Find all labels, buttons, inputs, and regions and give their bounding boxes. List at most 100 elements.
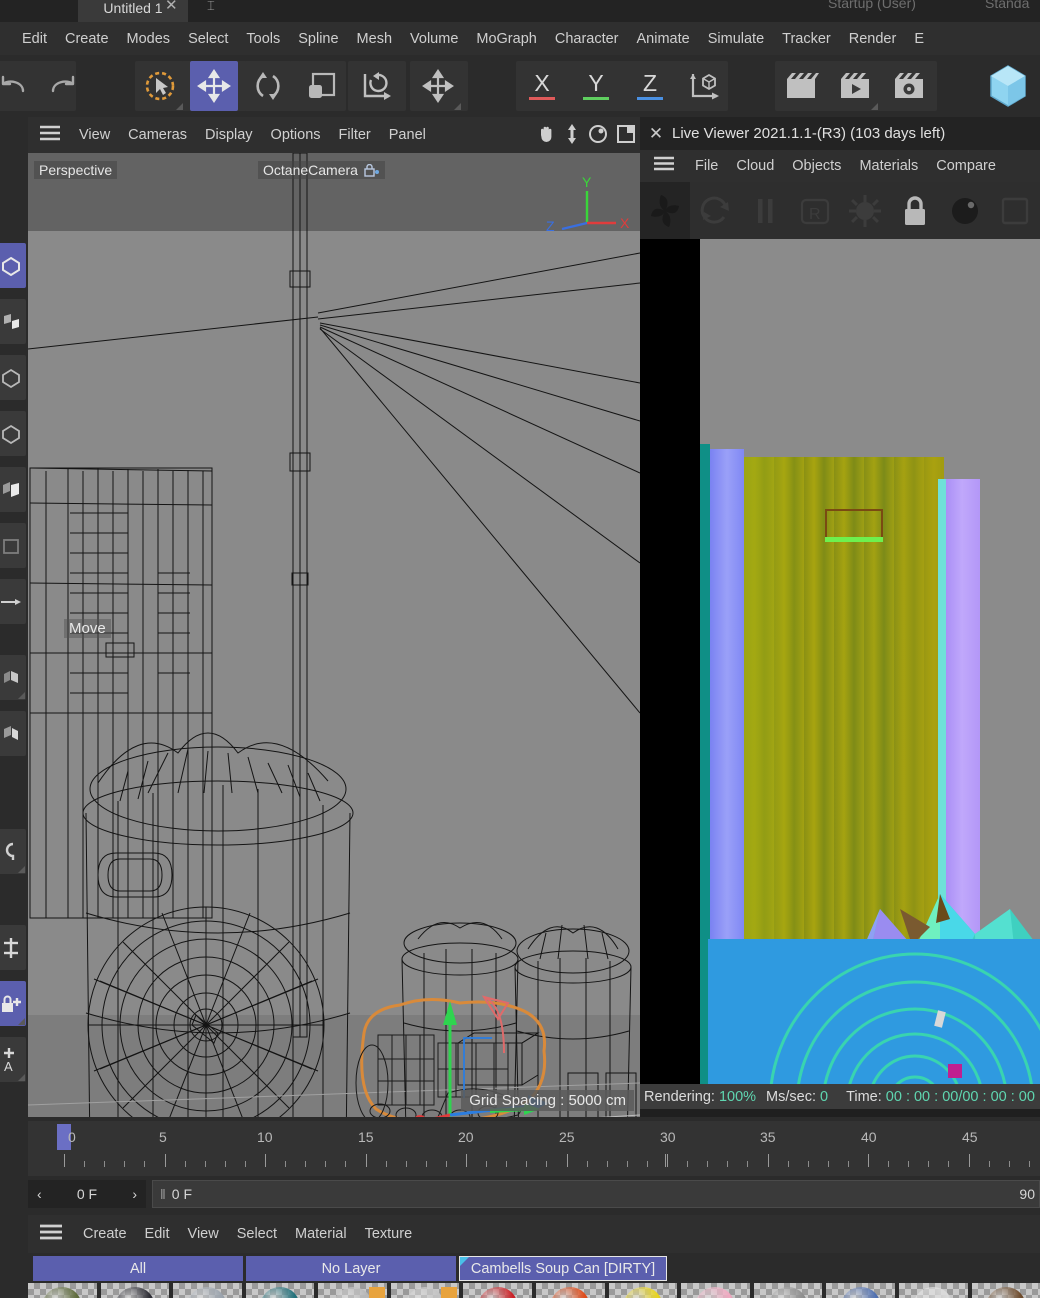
texture-mode-button[interactable] xyxy=(0,523,26,568)
menu-item-volume[interactable]: Volume xyxy=(401,27,467,51)
lock-y-axis-button[interactable]: Y xyxy=(572,61,620,111)
layer-tab-no-layer[interactable]: No Layer xyxy=(246,1256,456,1281)
menu-item-simulate[interactable]: Simulate xyxy=(699,27,773,51)
menu-item-render[interactable]: Render xyxy=(840,27,906,51)
lock-workplane-button[interactable] xyxy=(0,981,26,1026)
menu-item-tools[interactable]: Tools xyxy=(237,27,289,51)
viewport-solo-button[interactable] xyxy=(0,711,26,756)
viewport-canvas[interactable]: Y X Z xyxy=(28,153,640,1117)
material-swatch[interactable] xyxy=(28,1283,97,1298)
material-swatch[interactable] xyxy=(826,1283,895,1298)
render-settings-button[interactable] xyxy=(840,182,890,239)
scale-tool-button[interactable] xyxy=(298,61,346,111)
viewport-menu-view[interactable]: View xyxy=(70,124,119,146)
model-mode-button[interactable] xyxy=(0,411,26,456)
panel-options-button[interactable] xyxy=(990,182,1040,239)
material-menu-texture[interactable]: Texture xyxy=(356,1223,422,1245)
new-tab-icon[interactable]: ⌶ xyxy=(207,0,215,14)
material-swatch[interactable] xyxy=(899,1283,968,1298)
menu-item-character[interactable]: Character xyxy=(546,27,628,51)
material-swatch[interactable] xyxy=(391,1283,460,1298)
undo-button[interactable] xyxy=(0,61,38,111)
pan-hand-icon[interactable] xyxy=(536,124,556,149)
redo-button[interactable] xyxy=(38,61,86,111)
render-region-button[interactable]: R xyxy=(790,182,840,239)
close-icon[interactable]: ✕ xyxy=(640,124,672,144)
material-manager-hamburger-icon[interactable] xyxy=(38,1223,64,1246)
menu-item-mograph[interactable]: MoGraph xyxy=(467,27,545,51)
material-menu-edit[interactable]: Edit xyxy=(136,1223,179,1245)
live-viewer-menu-materials[interactable]: Materials xyxy=(850,156,927,176)
viewport-menu-options[interactable]: Options xyxy=(262,124,330,146)
workplane-button[interactable] xyxy=(0,579,26,624)
axis-move-button[interactable] xyxy=(414,61,462,111)
material-swatch[interactable] xyxy=(246,1283,315,1298)
move-tool-button[interactable] xyxy=(190,61,238,111)
menu-item-mesh[interactable]: Mesh xyxy=(348,27,401,51)
current-frame-field[interactable]: ‹ 0 F › xyxy=(28,1180,146,1208)
close-icon[interactable]: ✕ xyxy=(165,0,178,14)
dolly-icon[interactable] xyxy=(564,123,580,150)
viewport-menu-panel[interactable]: Panel xyxy=(380,124,435,146)
world-object-axis-button[interactable] xyxy=(680,61,728,111)
live-viewer-menu-objects[interactable]: Objects xyxy=(783,156,850,176)
live-viewer-menu-file[interactable]: File xyxy=(686,156,727,176)
viewport-hamburger-icon[interactable] xyxy=(38,124,62,147)
material-menu-material[interactable]: Material xyxy=(286,1223,356,1245)
menu-item-edit[interactable]: Edit xyxy=(8,27,56,51)
material-swatch[interactable] xyxy=(463,1283,532,1298)
timeline-track[interactable]: ‖ 0 F 90 xyxy=(152,1180,1040,1208)
quantize-button[interactable] xyxy=(0,829,26,874)
render-settings-button[interactable] xyxy=(885,61,933,111)
menu-item-animate[interactable]: Animate xyxy=(628,27,699,51)
perspective-viewport[interactable]: View Cameras Display Options Filter Pane… xyxy=(28,117,640,1117)
object-mode-button[interactable] xyxy=(0,467,26,512)
pause-render-button[interactable] xyxy=(740,182,790,239)
viewport-menu-display[interactable]: Display xyxy=(196,124,262,146)
edge-mode-button[interactable] xyxy=(0,299,26,344)
polygon-mode-button[interactable] xyxy=(0,355,26,400)
layer-tab-selected[interactable]: Cambells Soup Can [DIRTY] xyxy=(459,1256,667,1281)
coordinate-system-button[interactable] xyxy=(352,61,400,111)
enable-axis-button[interactable] xyxy=(0,655,26,700)
menu-item-extensions[interactable]: E xyxy=(905,27,933,51)
axis-lock-button[interactable] xyxy=(0,925,26,970)
live-viewer-menu-compare[interactable]: Compare xyxy=(927,156,1005,176)
live-viewer-menu-cloud[interactable]: Cloud xyxy=(727,156,783,176)
material-menu-view[interactable]: View xyxy=(179,1223,228,1245)
prev-frame-arrow[interactable]: ‹ xyxy=(37,1186,42,1202)
render-view-button[interactable] xyxy=(777,61,825,111)
live-viewer-render-image[interactable] xyxy=(640,239,1040,1084)
auto-axis-button[interactable]: A xyxy=(0,1037,26,1082)
stop-render-button[interactable] xyxy=(640,182,690,239)
lock-resolution-button[interactable] xyxy=(890,182,940,239)
material-swatch[interactable] xyxy=(318,1283,387,1298)
material-swatch[interactable] xyxy=(754,1283,823,1298)
material-swatch[interactable] xyxy=(536,1283,605,1298)
next-frame-arrow[interactable]: › xyxy=(132,1186,137,1202)
material-swatch[interactable] xyxy=(101,1283,170,1298)
viewport-menu-filter[interactable]: Filter xyxy=(330,124,380,146)
orbit-icon[interactable] xyxy=(588,124,608,149)
menu-item-spline[interactable]: Spline xyxy=(289,27,347,51)
menu-item-select[interactable]: Select xyxy=(179,27,237,51)
material-swatch[interactable] xyxy=(609,1283,678,1298)
rotate-tool-button[interactable] xyxy=(244,61,292,111)
menu-item-tracker[interactable]: Tracker xyxy=(773,27,840,51)
restart-render-button[interactable] xyxy=(690,182,740,239)
render-region-button[interactable] xyxy=(831,61,879,111)
live-selection-button[interactable] xyxy=(136,61,184,111)
viewport-menu-cameras[interactable]: Cameras xyxy=(119,124,196,146)
point-mode-button[interactable] xyxy=(0,243,26,288)
material-menu-select[interactable]: Select xyxy=(228,1223,286,1245)
pause-icon[interactable]: ‖ xyxy=(160,1186,166,1202)
material-swatch[interactable] xyxy=(972,1283,1040,1298)
material-sphere-button[interactable] xyxy=(940,182,990,239)
camera-lock-icon[interactable] xyxy=(364,164,380,177)
maximize-view-icon[interactable] xyxy=(616,124,636,149)
menu-item-create[interactable]: Create xyxy=(56,27,118,51)
lock-z-axis-button[interactable]: Z xyxy=(626,61,674,111)
layer-tab-all[interactable]: All xyxy=(33,1256,243,1281)
content-browser-button[interactable] xyxy=(984,61,1032,111)
timeline-ruler[interactable]: 0 5 10 15 20 25 30 35 40 45 xyxy=(28,1121,1040,1176)
